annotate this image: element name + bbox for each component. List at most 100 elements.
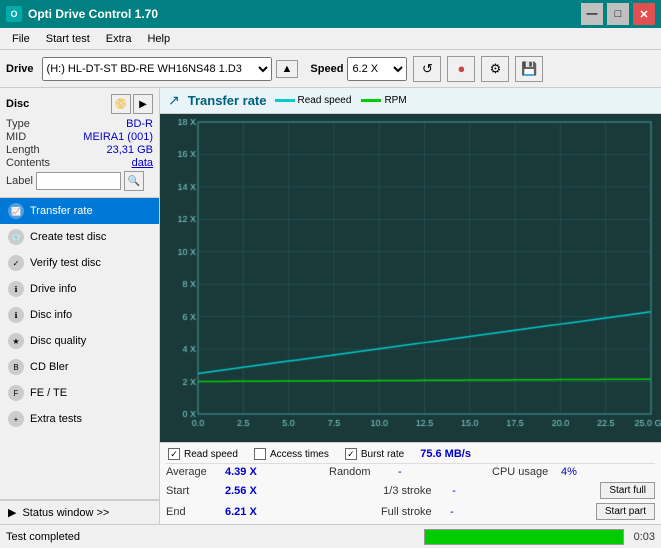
transfer-rate-icon: 📈: [8, 203, 24, 219]
stats-row-end: End 6.21 X Full stroke - Start part: [166, 501, 655, 522]
disc-mid-value: MEIRA1 (001): [83, 131, 153, 143]
close-button[interactable]: ✕: [633, 3, 655, 25]
speed-label: Speed: [310, 63, 343, 75]
stats-start-label: Start: [166, 485, 221, 497]
nav-item-extra-tests[interactable]: + Extra tests: [0, 406, 159, 432]
nav-item-create-test-disc[interactable]: 💿 Create test disc: [0, 224, 159, 250]
settings-button[interactable]: ⚙: [481, 56, 509, 82]
status-window-btn[interactable]: ▶ Status window >>: [0, 500, 159, 524]
legend-read-speed-label: Read speed: [298, 95, 352, 106]
legend-check-access-times[interactable]: Access times: [254, 448, 329, 460]
stats-end-value: 6.21 X: [225, 506, 270, 518]
eject-button[interactable]: ▲: [276, 60, 299, 78]
disc-label-input[interactable]: [36, 172, 121, 190]
toolbar: Drive (H:) HL-DT-ST BD-RE WH16NS48 1.D3 …: [0, 50, 661, 88]
legend-check-access-times-label: Access times: [270, 449, 329, 460]
menu-extra[interactable]: Extra: [98, 31, 140, 47]
stats-col-start: Start 2.56 X: [166, 485, 383, 497]
drive-selector: (H:) HL-DT-ST BD-RE WH16NS48 1.D3: [42, 57, 272, 81]
stats-average-label: Average: [166, 466, 221, 478]
sidebar-bottom: ▶ Status window >>: [0, 499, 159, 524]
stats-full-stroke-value: -: [450, 506, 454, 518]
status-window-label: Status window >>: [22, 507, 109, 519]
legend-read-speed-color: [275, 99, 295, 102]
nav-label-transfer-rate: Transfer rate: [30, 205, 93, 217]
cd-bler-icon: B: [8, 359, 24, 375]
disc-contents-row: Contents data: [6, 157, 153, 169]
start-part-button[interactable]: Start part: [596, 503, 655, 520]
disc-label-row: Label 🔍: [6, 171, 153, 191]
progress-bar-fill: [425, 530, 623, 544]
checkbox-read-speed[interactable]: ✓: [168, 448, 180, 460]
stats-area: ✓ Read speed Access times ✓ Burst rate 7…: [160, 442, 661, 524]
stats-random-value: -: [398, 466, 402, 478]
stats-row-start: Start 2.56 X 1/3 stroke - Start full: [166, 480, 655, 501]
create-test-disc-icon: 💿: [8, 229, 24, 245]
nav-label-drive-info: Drive info: [30, 283, 76, 295]
stats-full-stroke-label: Full stroke: [381, 506, 446, 518]
disc-contents-value[interactable]: data: [132, 157, 153, 169]
menu-start-test[interactable]: Start test: [38, 31, 98, 47]
legend-check-burst-rate[interactable]: ✓ Burst rate: [345, 448, 404, 460]
stats-legend-row: ✓ Read speed Access times ✓ Burst rate 7…: [166, 445, 655, 464]
maximize-button[interactable]: □: [607, 3, 629, 25]
disc-icon-btn-2[interactable]: ▶: [133, 94, 153, 114]
drive-label: Drive: [6, 63, 34, 75]
app-icon: O: [6, 6, 22, 22]
save-button[interactable]: 💾: [515, 56, 543, 82]
color-button[interactable]: ●: [447, 56, 475, 82]
minimize-button[interactable]: —: [581, 3, 603, 25]
titlebar-controls: — □ ✕: [581, 3, 655, 25]
stats-1-3-stroke-value: -: [452, 485, 456, 497]
legend-rpm-label: RPM: [384, 95, 406, 106]
titlebar: O Opti Drive Control 1.70 — □ ✕: [0, 0, 661, 28]
main-layout: Disc 📀 ▶ Type BD-R MID MEIRA1 (001) Leng…: [0, 88, 661, 524]
legend-read-speed: Read speed: [275, 95, 352, 106]
checkbox-access-times[interactable]: [254, 448, 266, 460]
refresh-button[interactable]: ↺: [413, 56, 441, 82]
statusbar: Test completed 0:03: [0, 524, 661, 548]
start-full-button[interactable]: Start full: [600, 482, 655, 499]
menu-file[interactable]: File: [4, 31, 38, 47]
drive-dropdown[interactable]: (H:) HL-DT-ST BD-RE WH16NS48 1.D3: [42, 57, 272, 81]
status-text: Test completed: [6, 531, 420, 543]
menu-help[interactable]: Help: [139, 31, 178, 47]
stats-1-3-stroke-label: 1/3 stroke: [383, 485, 448, 497]
nav-item-cd-bler[interactable]: B CD Bler: [0, 354, 159, 380]
disc-type-value: BD-R: [126, 118, 153, 130]
nav-item-disc-quality[interactable]: ★ Disc quality: [0, 328, 159, 354]
speed-selector: 6.2 X: [347, 57, 407, 81]
nav-label-create-test-disc: Create test disc: [30, 231, 106, 243]
disc-section-title: Disc: [6, 98, 29, 110]
nav-item-fe-te[interactable]: F FE / TE: [0, 380, 159, 406]
chart-header: ↗ Transfer rate Read speed RPM: [160, 88, 661, 114]
chart-legend: Read speed RPM: [275, 95, 407, 106]
nav-item-transfer-rate[interactable]: 📈 Transfer rate: [0, 198, 159, 224]
legend-rpm: RPM: [361, 95, 406, 106]
stats-end-label: End: [166, 506, 221, 518]
progress-bar-container: [424, 529, 624, 545]
checkbox-burst-rate[interactable]: ✓: [345, 448, 357, 460]
disc-icon-btn-1[interactable]: 📀: [111, 94, 131, 114]
disc-label-icon-btn[interactable]: 🔍: [124, 171, 144, 191]
nav-label-verify-test-disc: Verify test disc: [30, 257, 101, 269]
drive-info-icon: ℹ: [8, 281, 24, 297]
disc-type-row: Type BD-R: [6, 118, 153, 130]
disc-info-icon: ℹ: [8, 307, 24, 323]
nav-item-verify-test-disc[interactable]: ✓ Verify test disc: [0, 250, 159, 276]
legend-check-read-speed[interactable]: ✓ Read speed: [168, 448, 238, 460]
stats-col-random: Random -: [329, 466, 492, 478]
nav-item-disc-info[interactable]: ℹ Disc info: [0, 302, 159, 328]
nav-item-drive-info[interactable]: ℹ Drive info: [0, 276, 159, 302]
nav-label-disc-quality: Disc quality: [30, 335, 86, 347]
disc-mid-label: MID: [6, 131, 26, 143]
disc-section: Disc 📀 ▶ Type BD-R MID MEIRA1 (001) Leng…: [0, 88, 159, 198]
extra-tests-icon: +: [8, 411, 24, 427]
graph-container: [160, 114, 661, 442]
nav-label-extra-tests: Extra tests: [30, 413, 82, 425]
stats-col-1-3-stroke: 1/3 stroke -: [383, 485, 600, 497]
speed-dropdown[interactable]: 6.2 X: [347, 57, 407, 81]
stats-random-label: Random: [329, 466, 394, 478]
stats-cpu-label: CPU usage: [492, 466, 557, 478]
burst-rate-value: 75.6 MB/s: [420, 448, 471, 460]
